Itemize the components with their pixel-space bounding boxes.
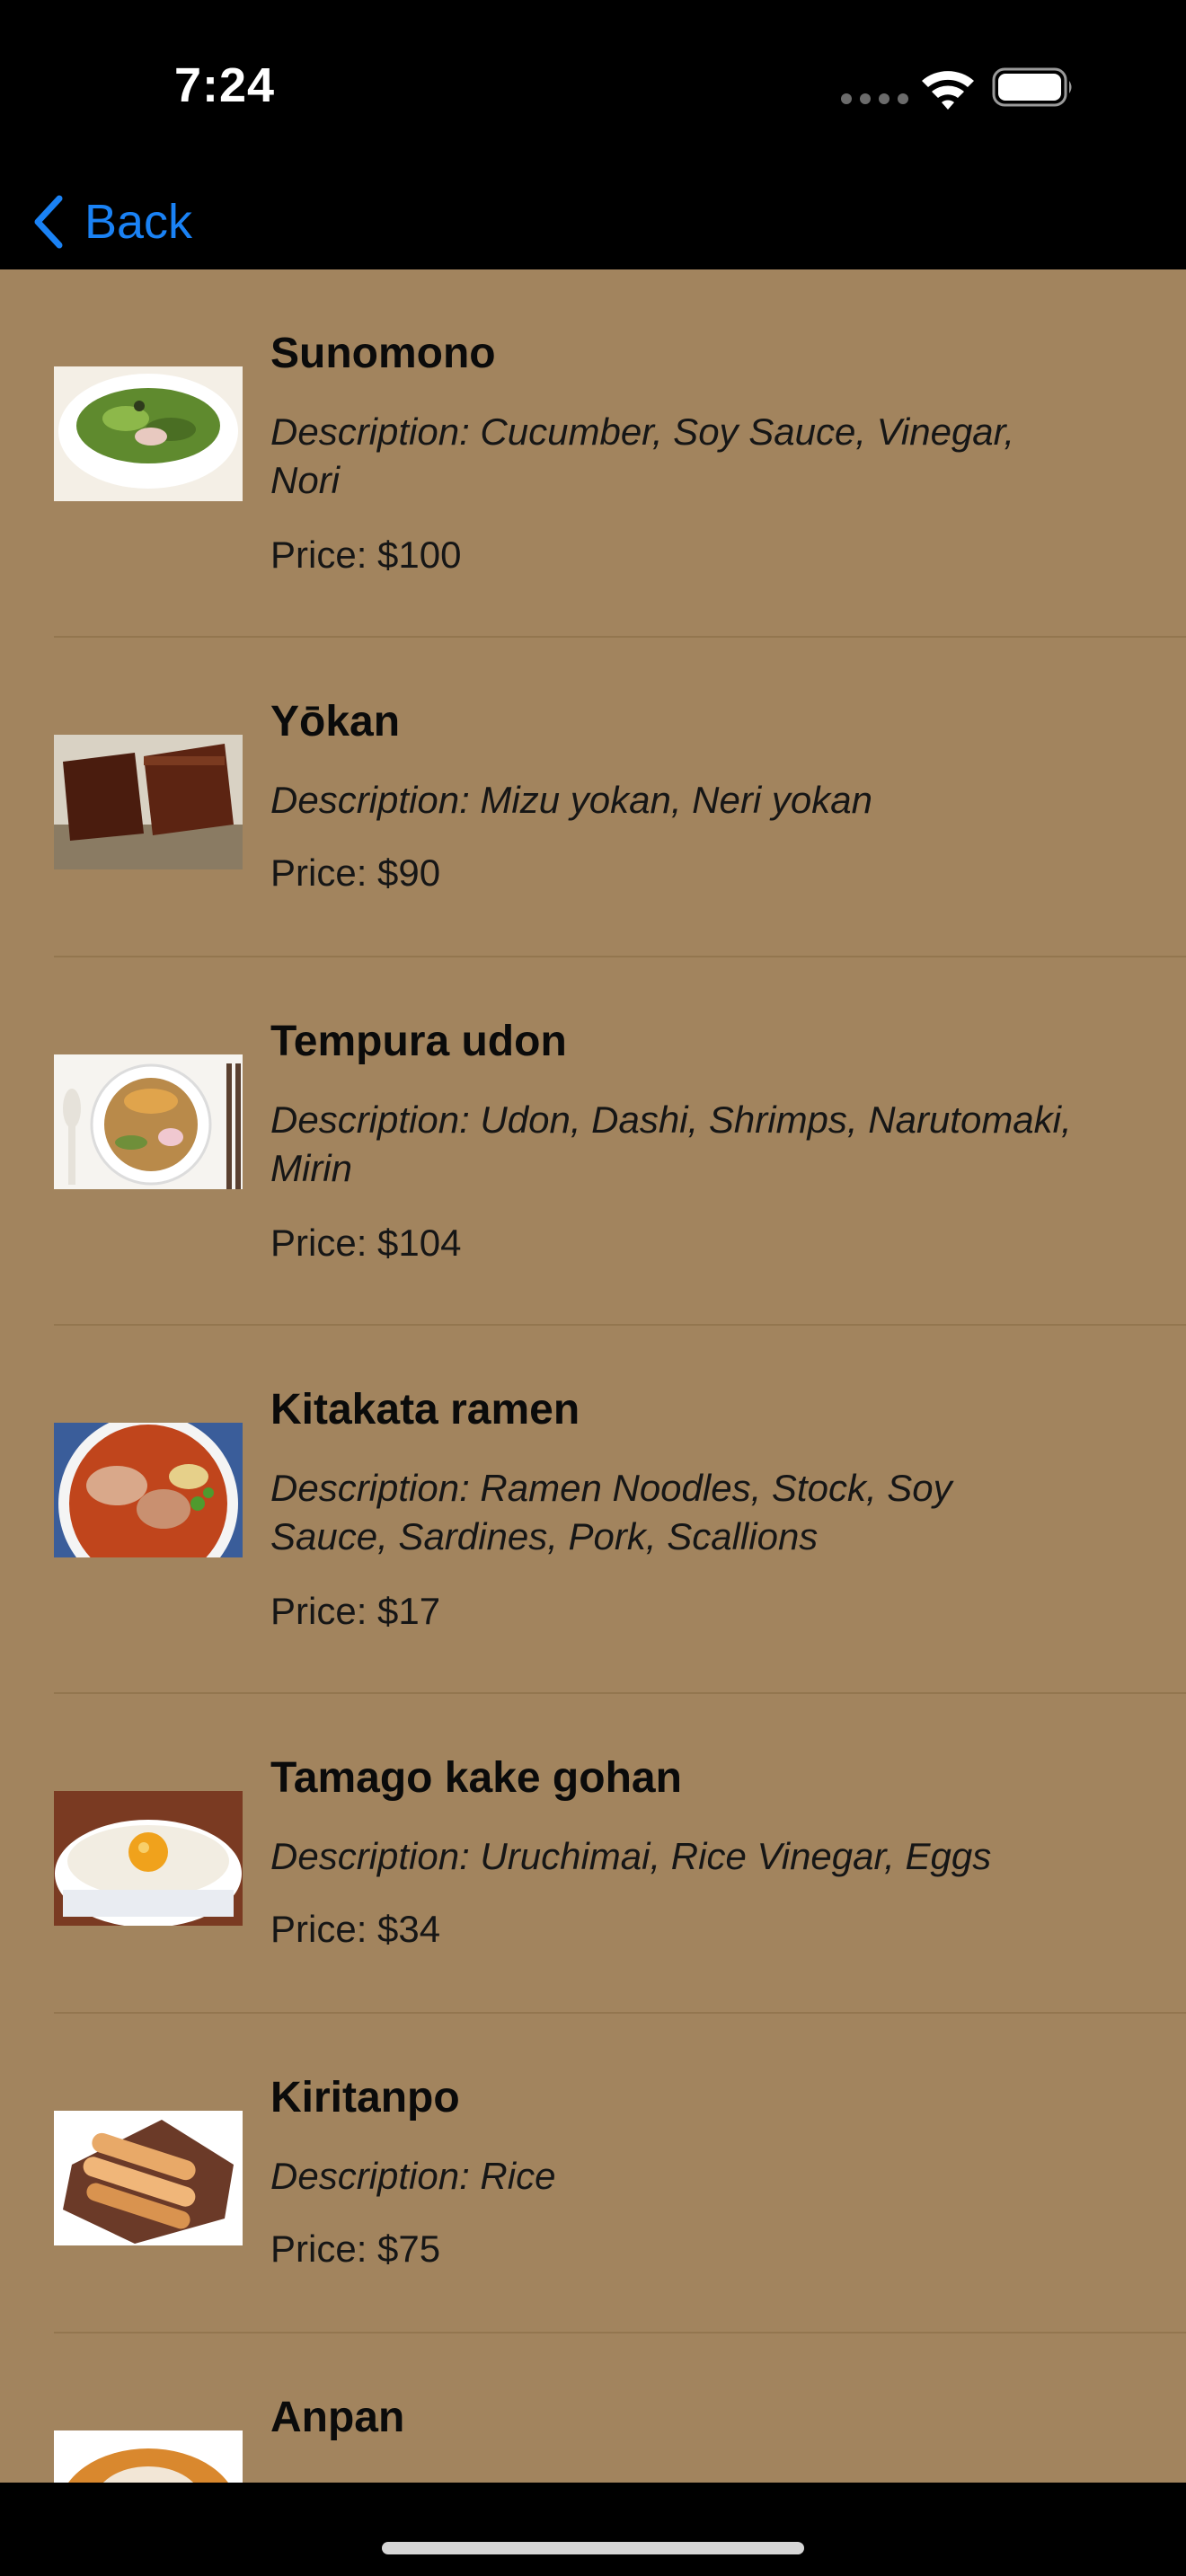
dish-name: Kiritanpo <box>270 2074 460 2122</box>
dish-description: Description: Ramen Noodles, Stock, Soy S… <box>270 1467 952 1557</box>
dish-name: Sunomono <box>270 330 496 377</box>
yokan-photo <box>54 735 243 869</box>
home-indicator[interactable] <box>382 2542 804 2554</box>
list-item[interactable]: Yōkan Description: Mizu yokan, Neri yoka… <box>0 638 1186 957</box>
dish-price: Price: $17 <box>270 1590 441 1632</box>
dish-price: Price: $90 <box>270 851 441 894</box>
navigation-bar: Back <box>0 171 1186 269</box>
wifi-icon <box>922 71 974 110</box>
tempura-udon-photo <box>54 1054 243 1189</box>
back-button[interactable]: Back <box>31 181 192 262</box>
dish-description: Description: Rice <box>270 2155 556 2197</box>
kitakata-ramen-photo <box>54 1423 243 1557</box>
list-item[interactable]: Kitakata ramen Description: Ramen Noodle… <box>0 1326 1186 1694</box>
dish-name: Tempura udon <box>270 1018 567 1065</box>
dish-list[interactable]: Sunomono Description: Cucumber, Soy Sauc… <box>0 269 1186 2483</box>
home-indicator-area <box>0 2483 1186 2576</box>
list-item[interactable]: Kiritanpo Description: Rice Price: $75 <box>0 2014 1186 2333</box>
dish-description: Description: Uruchimai, Rice Vinegar, Eg… <box>270 1835 992 1877</box>
dish-name: Yōkan <box>270 698 401 745</box>
status-bar: 7:24 <box>0 0 1186 171</box>
battery-icon <box>992 67 1072 107</box>
dish-price: Price: $34 <box>270 1908 441 1950</box>
list-item[interactable]: Tempura udon Description: Udon, Dashi, S… <box>0 957 1186 1326</box>
dish-price: Price: $104 <box>270 1222 462 1264</box>
kiritanpo-photo <box>54 2111 243 2245</box>
dish-price: Price: $75 <box>270 2228 441 2270</box>
dish-description: Description: Cucumber, Soy Sauce, Vinega… <box>270 410 1015 501</box>
dish-description: Description: Udon, Dashi, Shrimps, Narut… <box>270 1098 1072 1189</box>
list-item[interactable]: Tamago kake gohan Description: Uruchimai… <box>0 1694 1186 2014</box>
sunomono-photo <box>54 366 243 501</box>
back-label: Back <box>84 195 193 249</box>
list-item[interactable]: Sunomono Description: Cucumber, Soy Sauc… <box>0 269 1186 638</box>
dish-name: Kitakata ramen <box>270 1386 580 1434</box>
chevron-left-icon <box>34 195 63 249</box>
anpan-photo <box>54 2430 243 2483</box>
tamago-kake-gohan-photo <box>54 1791 243 1926</box>
dish-name: Tamago kake gohan <box>270 1754 682 1802</box>
dish-description: Description: Mizu yokan, Neri yokan <box>270 779 872 821</box>
dish-price: Price: $100 <box>270 534 462 576</box>
signal-dots-icon <box>841 93 908 104</box>
list-item[interactable]: Anpan <box>0 2333 1186 2483</box>
dish-name: Anpan <box>270 2394 405 2441</box>
status-time: 7:24 <box>174 58 276 112</box>
